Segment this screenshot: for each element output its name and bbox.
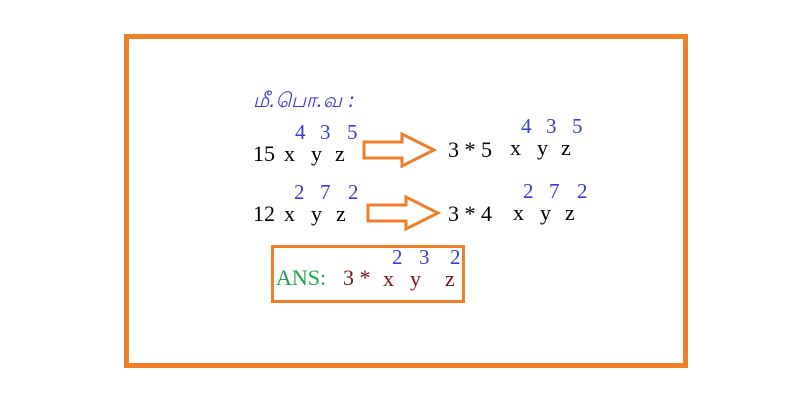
row2-left-z-exponent: 2 — [348, 180, 359, 204]
row1-right-x: x — [510, 135, 521, 160]
heading-label: மீ.பொ.வ : — [253, 88, 356, 112]
answer-coef: 3 * — [343, 265, 371, 290]
row1-left-x-exponent: 4 — [295, 120, 306, 144]
row1-right-y-exponent: 3 — [546, 114, 557, 138]
row2-right-z: z — [565, 200, 575, 225]
row2-left-z: z — [336, 201, 346, 226]
right-arrow-icon — [362, 132, 437, 168]
row1-left-coef: 15 — [253, 141, 275, 166]
row1-right-coef: 3 * 5 — [448, 137, 492, 162]
row1-left-z: z — [335, 141, 345, 166]
row1-left-x: x — [284, 141, 295, 166]
row2-right-z-exponent: 2 — [577, 179, 588, 203]
row1-right-x-exponent: 4 — [521, 114, 532, 138]
answer-z-exponent: 2 — [450, 245, 461, 269]
row2-left-x-exponent: 2 — [294, 180, 305, 204]
row2-right-y-exponent: 7 — [549, 179, 560, 203]
row2-left-y-exponent: 7 — [320, 180, 331, 204]
right-arrow-icon — [366, 195, 441, 231]
answer-y-exponent: 3 — [419, 245, 430, 269]
answer-x-exponent: 2 — [392, 245, 403, 269]
row1-left-y-exponent: 3 — [320, 120, 331, 144]
row2-left-coef: 12 — [253, 201, 275, 226]
row2-right-x-exponent: 2 — [523, 179, 534, 203]
answer-label: ANS: — [276, 265, 327, 290]
row1-left-z-exponent: 5 — [347, 120, 358, 144]
row2-right-coef: 3 * 4 — [448, 201, 492, 226]
row1-right-z-exponent: 5 — [572, 114, 583, 138]
row1-right-z: z — [561, 135, 571, 160]
